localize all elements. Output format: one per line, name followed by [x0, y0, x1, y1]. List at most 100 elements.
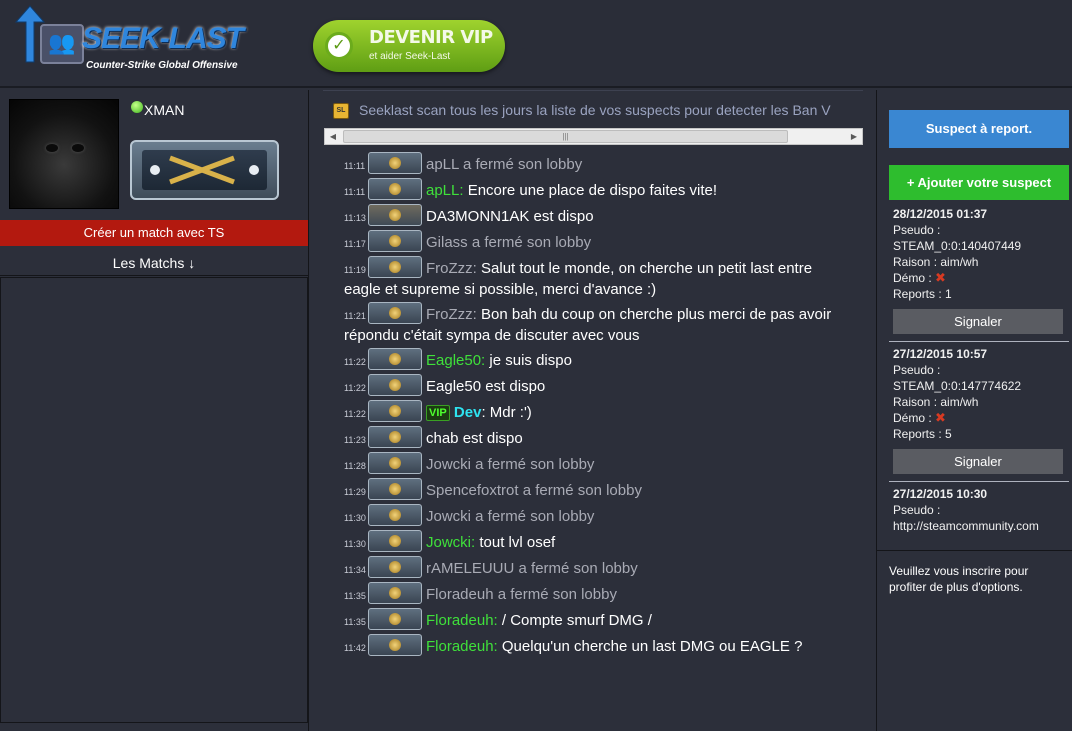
- report-reason: Raison : aim/wh: [893, 395, 979, 409]
- chat-message: 11:35 Floradeuh a fermé son lobby: [323, 582, 863, 606]
- message-text: DA3MONN1AK est dispo: [426, 207, 594, 225]
- message-time: 11:21: [344, 310, 366, 321]
- message-text: Quelqu'un cherche un last DMG ou EAGLE ?: [497, 637, 803, 655]
- chat-message: 11:17 Gilass a fermé son lobby: [323, 230, 863, 254]
- suspect-report-card: 27/12/2015 10:30 Pseudo : http://steamcomm…: [889, 482, 1069, 532]
- matches-link[interactable]: Les Matchs ↓: [0, 250, 308, 276]
- message-author[interactable]: apLL:: [426, 182, 464, 199]
- message-time: 11:29: [344, 486, 366, 497]
- rank-icon: [368, 348, 422, 370]
- message-time: 11:28: [344, 460, 366, 471]
- avatar[interactable]: [9, 99, 119, 209]
- chat-message: 11:13 DA3MONN1AK est dispo: [323, 204, 863, 228]
- ticker-text: Seeklast scan tous les jours la liste de…: [359, 102, 831, 118]
- rank-icon: [368, 152, 422, 174]
- suspect-reports-list: 28/12/2015 01:37 Pseudo : STEAM_0:0:140407…: [889, 202, 1069, 532]
- rank-icon: [368, 556, 422, 578]
- message-text: chab est dispo: [426, 429, 523, 447]
- check-icon: ✓: [325, 32, 353, 60]
- message-time: 11:30: [344, 512, 366, 523]
- rank-icon: [368, 478, 422, 500]
- message-time: 11:11: [344, 160, 366, 171]
- register-box: Veuillez vous inscrire pour profiter de …: [877, 550, 1072, 731]
- no-demo-icon: ✖: [935, 270, 946, 285]
- rank-icon: [368, 530, 422, 552]
- chat-panel: SL Seeklast scan tous les jours la liste…: [323, 90, 863, 731]
- chat-message: 11:23 chab est dispo: [323, 426, 863, 450]
- message-author[interactable]: Eagle50:: [426, 352, 485, 369]
- users-icon: 👥: [48, 30, 76, 55]
- report-pseudo-label: Pseudo :: [893, 503, 941, 517]
- message-text: : Mdr :'): [481, 403, 532, 421]
- message-author[interactable]: Jowcki:: [426, 534, 475, 551]
- chat-message: 11:22 Eagle50 est dispo: [323, 374, 863, 398]
- chat-message: 11:42 Floradeuh: Quelqu'un cherche un las…: [323, 634, 863, 658]
- message-time: 11:23: [344, 434, 366, 445]
- rank-icon: [368, 504, 422, 526]
- scrollbar-thumb[interactable]: |||: [343, 130, 788, 143]
- chat-message: 11:30 Jowcki a fermé son lobby: [323, 504, 863, 528]
- message-time: 11:34: [344, 564, 366, 575]
- suspect-report-button[interactable]: Suspect à report.: [889, 110, 1069, 148]
- message-time: 11:42: [344, 642, 366, 653]
- rank-icon: [368, 608, 422, 630]
- message-time: 11:11: [344, 186, 366, 197]
- message-text: apLL a fermé son lobby: [426, 155, 583, 173]
- message-author[interactable]: Floradeuh:: [426, 612, 498, 629]
- rank-icon: [368, 230, 422, 252]
- message-text: Spencefoxtrot a fermé son lobby: [426, 481, 642, 499]
- logo-box: 👥: [40, 24, 84, 64]
- message-time: 11:13: [344, 212, 366, 223]
- report-signal-button[interactable]: Signaler: [893, 309, 1063, 334]
- chat-message: 11:28 Jowcki a fermé son lobby: [323, 452, 863, 476]
- report-date: 28/12/2015 01:37: [893, 207, 988, 221]
- report-reason: Raison : aim/wh: [893, 255, 979, 269]
- message-time: 11:35: [344, 616, 366, 627]
- rank-icon: [368, 178, 422, 200]
- rank-icon: [368, 204, 422, 226]
- message-time: 11:22: [344, 356, 366, 367]
- vip-subtitle: et aider Seek-Last: [369, 51, 451, 62]
- brand-name: SEEK-LAST: [82, 22, 244, 55]
- message-text: rAMELEUUU a fermé son lobby: [426, 559, 638, 577]
- message-author[interactable]: FroZzz:: [426, 260, 477, 277]
- rank-icon: [368, 374, 422, 396]
- message-time: 11:22: [344, 408, 366, 419]
- add-suspect-button[interactable]: + Ajouter votre suspect: [889, 165, 1069, 200]
- message-text: / Compte smurf DMG /: [497, 611, 652, 629]
- message-text: Floradeuh a fermé son lobby: [426, 585, 617, 603]
- message-author[interactable]: Dev: [454, 404, 482, 421]
- message-text: tout lvl osef: [475, 533, 556, 551]
- chat-message: 11:22 Eagle50: je suis dispo: [323, 348, 863, 372]
- matches-list-box: [0, 277, 308, 723]
- message-time: 11:30: [344, 538, 366, 549]
- message-author[interactable]: FroZzz:: [426, 306, 477, 323]
- become-vip-button[interactable]: ✓ DEVENIR VIP et aider Seek-Last: [313, 20, 505, 72]
- message-time: 11:22: [344, 382, 366, 393]
- news-ticker: SL Seeklast scan tous les jours la liste…: [323, 90, 863, 128]
- report-date: 27/12/2015 10:30: [893, 487, 988, 501]
- message-author[interactable]: Floradeuh:: [426, 638, 498, 655]
- profile-username[interactable]: XMAN: [144, 102, 184, 118]
- rank-icon: [368, 400, 422, 422]
- report-demo: Démo : ✖: [893, 410, 1069, 426]
- scroll-right-icon[interactable]: ▶: [846, 129, 862, 144]
- crossed-rifles-icon: [150, 155, 259, 185]
- report-pseudo: STEAM_0:0:147774622: [893, 379, 1022, 393]
- scroll-left-icon[interactable]: ◀: [325, 129, 341, 144]
- chat-message: 11:35 Floradeuh: / Compte smurf DMG /: [323, 608, 863, 632]
- ticker-icon: SL: [333, 103, 349, 119]
- vip-badge: VIP: [426, 404, 450, 421]
- horizontal-scrollbar[interactable]: ◀ ||| ▶: [324, 128, 863, 145]
- report-signal-button[interactable]: Signaler: [893, 449, 1063, 474]
- rank-icon: [368, 302, 422, 324]
- message-time: 11:35: [344, 590, 366, 601]
- report-demo-label: Démo :: [893, 271, 932, 285]
- report-pseudo-label: Pseudo :: [893, 223, 941, 237]
- create-match-button[interactable]: Créer un match avec TS: [0, 220, 308, 246]
- seek-last-logo[interactable]: 👥 SEEK-LAST Counter-Strike Global Offens…: [6, 4, 266, 82]
- report-pseudo: http://steamcommunity.com: [893, 519, 1039, 532]
- suspect-report-card: 27/12/2015 10:57 Pseudo : STEAM_0:0:147774…: [889, 342, 1069, 482]
- rank-icon: [368, 256, 422, 278]
- chat-message: 11:21 FroZzz: Bon bah du coup on cherche …: [323, 302, 863, 346]
